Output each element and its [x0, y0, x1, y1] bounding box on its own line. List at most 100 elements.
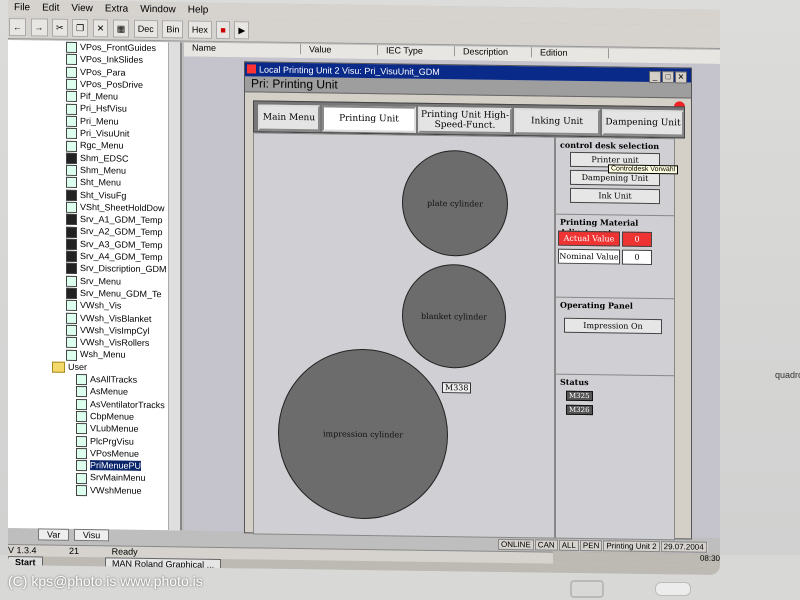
visu-icon	[66, 324, 77, 336]
tree-item-label: VWsh_Vis	[80, 300, 122, 311]
power-button[interactable]	[655, 582, 691, 596]
menu-item-extra[interactable]: Extra	[99, 1, 134, 16]
tab-visu[interactable]: Visu	[73, 528, 110, 542]
delete-icon[interactable]: ✕	[92, 19, 109, 38]
visu-icon	[76, 472, 87, 484]
tree-item-label: Srv_A1_GDM_Temp	[80, 214, 163, 226]
tree-item-label: VSht_SheetHoldDow	[80, 201, 165, 214]
brand-label: quadrol	[775, 370, 800, 380]
impression-cylinder[interactable]: impression cylinder	[278, 347, 448, 521]
nav-inking-unit[interactable]: Inking Unit	[514, 108, 600, 136]
tree-item-label: Shm_Menu	[80, 164, 127, 176]
status-tag-m326: M326	[566, 404, 593, 416]
tree-item-label: Srv_A4_GDM_Temp	[80, 251, 163, 263]
actual-label: Actual Value	[558, 230, 620, 247]
nominal-value-row: Nominal Value 0	[558, 248, 652, 265]
date-indicator: 29.07.2004	[660, 541, 707, 553]
speaker-grille	[570, 580, 604, 598]
tab-var[interactable]: Var	[38, 528, 70, 541]
nav-main-menu[interactable]: Main Menu	[258, 104, 320, 132]
screen: File Edit View Extra Window Help ← → ✂ ❐ ✕ ▦ …	[8, 0, 720, 575]
tree-item-label: Srv_A3_GDM_Temp	[80, 238, 163, 250]
menu-item-file[interactable]: File	[8, 0, 36, 15]
dec-button[interactable]: Dec	[133, 19, 158, 39]
tree-item-label: VWsh_VisImpCyl	[80, 324, 150, 336]
visu-icon	[76, 374, 87, 386]
status-tag-m325: M325	[566, 390, 593, 402]
copy-icon[interactable]: ❐	[72, 18, 89, 38]
nav-printing-unit-hsf[interactable]: Printing Unit High-Speed-Funct.	[418, 106, 512, 135]
count-label: 21	[69, 545, 80, 556]
unit-indicator: Printing Unit 2	[603, 540, 660, 553]
properties-icon[interactable]: ▦	[112, 19, 130, 38]
tree-item-label: SrvMainMenu	[90, 472, 146, 484]
impression-cylinder-label: impression cylinder	[322, 428, 404, 440]
tree-item-label: VPos_PosDrive	[80, 78, 144, 90]
column-header[interactable]: Description	[455, 46, 532, 58]
impression-on-button[interactable]: Impression On	[564, 317, 662, 335]
visu-icon	[76, 386, 87, 398]
visu-icon	[66, 250, 77, 263]
folder-icon	[52, 361, 65, 373]
pen-indicator: PEN	[579, 539, 603, 552]
visu-icon	[66, 128, 77, 140]
visu-icon	[66, 226, 77, 238]
visu-icon	[76, 484, 87, 496]
nav-printing-unit[interactable]: Printing Unit	[322, 105, 416, 133]
tree-item-label: AsMenue	[90, 386, 129, 397]
tree-item-label: Wsh_Menu	[80, 349, 126, 361]
visu-icon	[66, 201, 77, 213]
visu-icon	[66, 349, 77, 361]
tree-item-label: Rgc_Menu	[80, 140, 124, 151]
status-title: Status	[560, 376, 589, 388]
actual-value: 0	[622, 231, 652, 247]
maximize-icon[interactable]: □	[662, 71, 674, 84]
visu-icon	[76, 398, 87, 410]
cut-icon[interactable]: ✂	[52, 18, 68, 37]
visu-icon	[66, 103, 77, 115]
visu-icon	[76, 460, 87, 472]
tree-item[interactable]: VWshMenue	[8, 483, 180, 498]
hex-button[interactable]: Hex	[187, 20, 212, 39]
desk-tooltip: Controldesk Vorwahl	[608, 164, 679, 175]
tree-item-label: Pif_Menu	[80, 91, 119, 102]
visu-icon	[66, 238, 77, 250]
bin-button[interactable]: Bin	[162, 20, 184, 39]
blanket-cylinder[interactable]: blanket cylinder	[402, 263, 506, 369]
nav-dampening-unit[interactable]: Dampening Unit	[602, 109, 684, 137]
menu-item-view[interactable]: View	[65, 1, 99, 16]
tree-item-label: Srv_A2_GDM_Temp	[80, 226, 163, 238]
run-icon[interactable]: ▶	[234, 21, 250, 40]
stop-icon[interactable]: ■	[216, 20, 230, 40]
blanket-cylinder-label: blanket cylinder	[421, 311, 487, 322]
column-header[interactable]: IEC Type	[378, 45, 455, 57]
menu-item-edit[interactable]: Edit	[36, 0, 65, 15]
tree-item-label: Srv_Menu	[80, 275, 122, 287]
close-icon[interactable]: ✕	[675, 71, 687, 84]
nominal-value-field[interactable]: 0	[622, 249, 652, 265]
tree-item-label: AsAllTracks	[90, 374, 138, 385]
visu-window: Local Printing Unit 2 Visu: Pri_VisuUnit…	[244, 61, 692, 541]
menu-item-window[interactable]: Window	[134, 2, 182, 18]
forward-icon[interactable]: →	[30, 18, 48, 37]
ink-unit-button[interactable]: Ink Unit	[570, 187, 660, 205]
tree-scrollbar[interactable]	[168, 42, 181, 531]
visu-icon	[66, 164, 77, 177]
tree-item-label: VPos_FrontGuides	[80, 42, 157, 54]
tree-item-label: VLubMenue	[90, 423, 139, 435]
version-label: V 1.3.4	[8, 545, 37, 556]
column-header[interactable]: Name	[184, 42, 301, 55]
column-header[interactable]: Edition	[532, 47, 609, 59]
column-header[interactable]: Value	[301, 44, 378, 56]
m338-tag: M338	[442, 382, 472, 394]
back-icon[interactable]: ←	[9, 18, 26, 37]
menu-item-help[interactable]: Help	[182, 2, 215, 17]
control-panel: control desk selection Printer unit Damp…	[555, 136, 679, 541]
tree-item-label: VPos_InkSlides	[80, 54, 144, 66]
tree-item-label: Sht_Menu	[80, 177, 122, 188]
tree-item-label: Sht_VisuFg	[80, 189, 127, 201]
plate-cylinder[interactable]: plate cylinder	[402, 149, 508, 257]
copyright-watermark: (C) kps@photo.is www.photo.is	[8, 573, 203, 589]
minimize-icon[interactable]: _	[649, 70, 661, 84]
window-title: Local Printing Unit 2 Visu: Pri_VisuUnit…	[259, 64, 440, 78]
